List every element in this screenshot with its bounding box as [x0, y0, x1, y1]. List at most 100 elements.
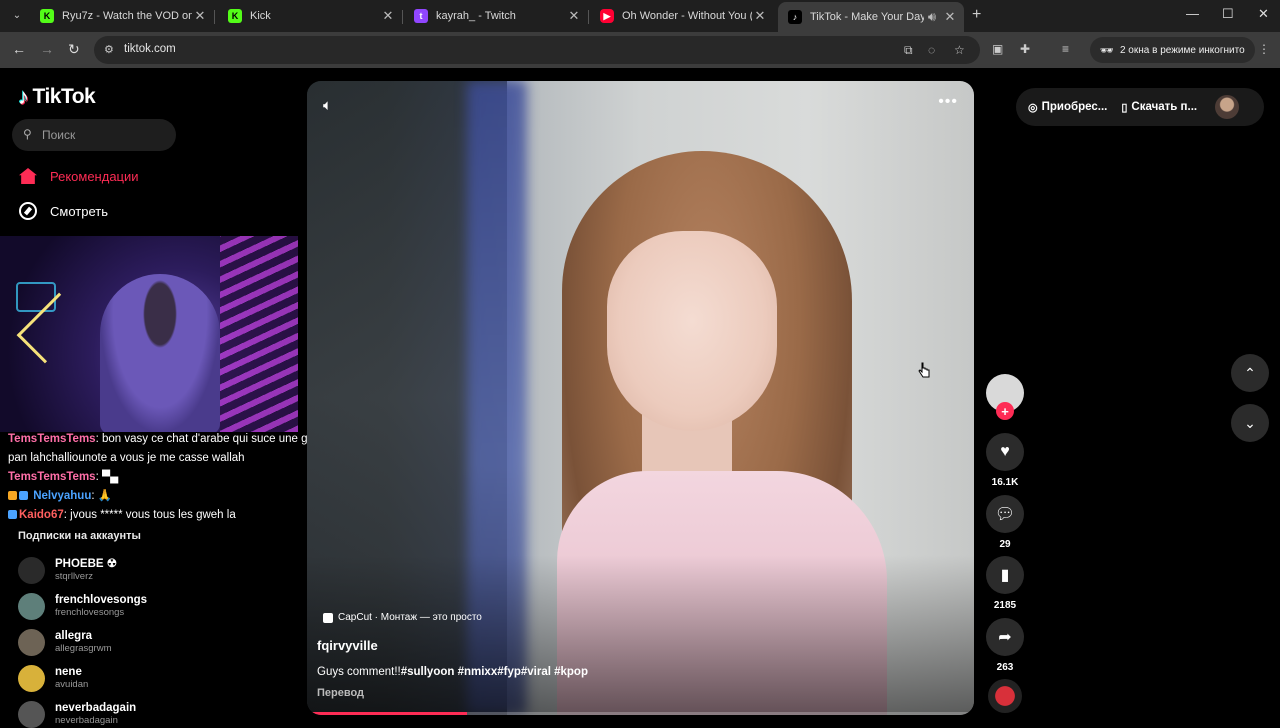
avatar	[18, 593, 45, 620]
nav-label: Рекомендации	[50, 168, 139, 184]
share-action[interactable]: ➦ 263	[986, 618, 1024, 673]
puzzle-icon[interactable]: ✚	[1020, 42, 1030, 56]
like-action[interactable]: ♥ 16.1K	[986, 433, 1024, 488]
account-handle: frenchlovesongs	[55, 607, 125, 618]
translate-link[interactable]: Перевод	[317, 687, 364, 699]
close-icon[interactable]: ✕	[752, 8, 768, 24]
account-name: nene	[55, 666, 82, 678]
browser-tab-2[interactable]: t kayrah_ - Twitch ✕	[404, 4, 588, 28]
comment-icon[interactable]: 💬︎	[986, 495, 1024, 533]
following-header: Подписки на аккаунты	[18, 530, 141, 542]
account-handle: avuidan	[55, 679, 89, 690]
search-box[interactable]: ⚲	[12, 119, 176, 151]
tab-title: TikTok - Make Your Day	[810, 11, 924, 23]
followed-account[interactable]: allegra allegrasgrwm	[18, 629, 112, 656]
incognito-indicator[interactable]: 🕶︎ 2 окна в режиме инкогнито	[1090, 37, 1255, 63]
translate-icon[interactable]: ⧉	[904, 43, 913, 58]
new-tab-button[interactable]: +	[972, 6, 981, 24]
browser-tab-1[interactable]: K Kick ✕	[218, 4, 402, 28]
share-icon[interactable]: ➦	[986, 618, 1024, 656]
follow-plus-button[interactable]: +	[996, 402, 1014, 420]
tab-title: Ryu7z - Watch the VOD on Kick	[62, 10, 192, 22]
close-icon[interactable]: ✕	[380, 8, 396, 24]
caption-hashtags[interactable]: #sullyoon #nmixx#fyp#viral #kpop	[401, 666, 588, 678]
nav-recommended[interactable]: Рекомендации	[18, 166, 139, 186]
home-icon	[18, 166, 38, 186]
url-text[interactable]: tiktok.com	[124, 43, 176, 55]
caption-text: Guys comment!!	[317, 666, 401, 678]
media-queue-icon[interactable]: ≡	[1062, 42, 1069, 56]
tiktok-page: ♪ TikTok ⚲ Рекомендации Смотреть TemsTem…	[0, 68, 1280, 728]
comment-action[interactable]: 💬︎ 29	[986, 495, 1024, 550]
speaker-icon[interactable]: 🔊︎	[924, 9, 940, 25]
compass-icon	[18, 201, 38, 221]
top-right-actions: ◎ Приобрес... ▯ Скачать п...	[1016, 88, 1264, 126]
close-icon[interactable]: ✕	[942, 9, 958, 25]
address-bar[interactable]: ⚙ tiktok.com ⧉ ◌ ☆	[94, 36, 980, 64]
menu-kebab-icon[interactable]: ⋮	[1258, 42, 1270, 56]
tab-title: kayrah_ - Twitch	[436, 10, 516, 22]
profile-avatar[interactable]	[1215, 95, 1240, 119]
avatar	[18, 665, 45, 692]
volume-icon[interactable]: 🔈︎	[323, 97, 332, 114]
video-author[interactable]: fqirvyville	[317, 638, 378, 653]
effect-tag[interactable]: CapCut · Монтаж — это просто	[323, 612, 482, 623]
tiktok-icon: ♪	[788, 10, 802, 24]
download-app-button[interactable]: ▯ Скачать п...	[1121, 101, 1197, 114]
coin-icon: ◎	[1028, 101, 1038, 114]
incognito-icon: 🕶︎	[1100, 44, 1114, 57]
bookmark-icon[interactable]: ▮	[986, 556, 1024, 594]
followed-account[interactable]: nene avuidan	[18, 665, 88, 692]
previous-video-button[interactable]: ⌃	[1231, 354, 1269, 392]
close-icon[interactable]: ✕	[566, 8, 582, 24]
avatar	[18, 629, 45, 656]
save-action[interactable]: ▮ 2185	[986, 556, 1024, 611]
chat-user: Kaido67	[19, 509, 64, 521]
close-window-button[interactable]: ✕	[1258, 6, 1269, 22]
account-handle: allegrasgrwm	[55, 643, 112, 654]
chat-user: TemsTemsTems	[8, 471, 96, 483]
youtube-icon: ▶	[600, 9, 614, 23]
search-icon: ⚲	[23, 127, 32, 141]
close-icon[interactable]: ✕	[192, 8, 208, 24]
followed-account[interactable]: frenchlovesongs frenchlovesongs	[18, 593, 147, 620]
minimize-button[interactable]: —	[1186, 6, 1199, 21]
chat-line: TemsTemsTems: ▀▄	[8, 471, 119, 483]
kick-icon: K	[228, 9, 242, 23]
extension-icon[interactable]: ▣	[992, 42, 1003, 56]
followed-account[interactable]: PHOEBE ☢ stqrllverz	[18, 557, 117, 584]
heart-icon[interactable]: ♥	[986, 433, 1024, 471]
get-coins-label: Приобрес...	[1041, 101, 1108, 113]
video-progress-bar[interactable]	[307, 712, 974, 715]
bookmark-star-icon[interactable]: ☆	[954, 43, 965, 57]
avatar	[18, 701, 45, 728]
next-video-button[interactable]: ⌄	[1231, 404, 1269, 442]
share-count: 263	[996, 662, 1014, 673]
incognito-label: 2 окна в режиме инкогнито	[1119, 44, 1245, 56]
video-player[interactable]: 🔈︎ ••• CapCut · Монтаж — это просто fqir…	[307, 81, 974, 715]
eye-off-icon[interactable]: ◌	[928, 43, 935, 57]
reload-button[interactable]: ↻	[68, 41, 80, 58]
back-button[interactable]: ←	[12, 41, 26, 57]
chat-line: TemsTemsTems: bon vasy ce chat d'arabe q…	[8, 433, 352, 445]
get-coins-button[interactable]: ◎ Приобрес...	[1028, 101, 1107, 114]
sound-disc-avatar[interactable]	[988, 679, 1022, 713]
browser-tab-4-active[interactable]: ♪ TikTok - Make Your Day 🔊︎ ✕	[778, 2, 964, 32]
more-options-icon[interactable]: •••	[938, 93, 958, 111]
comment-count: 29	[999, 539, 1011, 550]
tiktok-logo[interactable]: ♪ TikTok	[18, 84, 96, 110]
tab-search-chevron-icon[interactable]: ⌄	[8, 6, 26, 24]
chat-line: pan lahchalliounote a vous je me casse w…	[8, 449, 308, 468]
chat-message: 🙏	[94, 490, 113, 502]
browser-tab-0[interactable]: K Ryu7z - Watch the VOD on Kick ✕	[30, 4, 214, 28]
search-input[interactable]	[42, 125, 167, 145]
maximize-button[interactable]: ☐	[1222, 6, 1234, 22]
chat-badge-icon	[19, 491, 28, 500]
site-info-icon[interactable]: ⚙	[104, 43, 118, 57]
browser-tab-3[interactable]: ▶ Oh Wonder - Without You (Au ✕	[590, 4, 774, 28]
followed-account[interactable]: neverbadagain neverbadagain	[18, 701, 136, 728]
video-subject-face	[607, 231, 777, 431]
nav-explore[interactable]: Смотреть	[18, 201, 108, 221]
forward-button[interactable]: →	[40, 41, 54, 57]
hand-cursor-icon	[918, 362, 930, 378]
